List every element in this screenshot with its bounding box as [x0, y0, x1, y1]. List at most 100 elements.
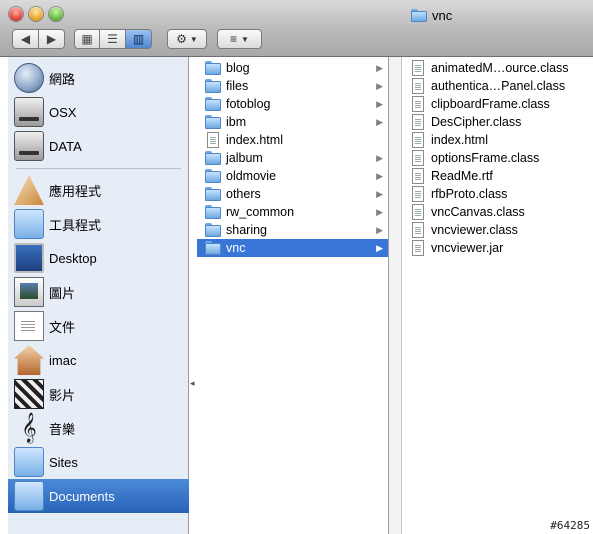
list-item[interactable]: DesCipher.class: [402, 113, 593, 131]
list-item-selected[interactable]: vnc ▶: [197, 239, 388, 257]
disclosure-arrow-icon: ▶: [376, 242, 383, 253]
sidebar-item-pictures[interactable]: 圖片: [8, 275, 189, 309]
item-label: vncviewer.class: [431, 223, 518, 237]
minimize-window-button[interactable]: [29, 7, 43, 21]
sidebar-item-label: Documents: [49, 488, 115, 504]
folder-icon: [205, 186, 221, 202]
list-view-button[interactable]: ☰: [100, 29, 126, 49]
list-item[interactable]: rfbProto.class: [402, 185, 593, 203]
column-view-button[interactable]: ▥: [126, 29, 152, 49]
list-item[interactable]: sharing ▶: [197, 221, 388, 239]
item-label: DesCipher.class: [431, 115, 522, 129]
html-file-icon: [207, 132, 219, 148]
action-menu-button[interactable]: ⚙ ▼: [167, 29, 207, 49]
list-item[interactable]: vncviewer.jar: [402, 239, 593, 257]
class-file-icon: [412, 150, 424, 166]
back-button[interactable]: ◀: [12, 29, 39, 49]
list-item[interactable]: vncCanvas.class: [402, 203, 593, 221]
disclosure-arrow-icon: ▶: [376, 224, 383, 235]
item-label: blog: [226, 61, 250, 75]
window-title: vnc: [411, 6, 452, 24]
forward-button[interactable]: ▶: [39, 29, 65, 49]
folder-icon: [205, 168, 221, 184]
class-file-icon: [412, 204, 424, 220]
item-label: vncCanvas.class: [431, 205, 525, 219]
disclosure-arrow-icon: ▶: [376, 188, 383, 199]
arrange-menu-button[interactable]: ≡ ▼: [217, 29, 262, 49]
utilities-folder-icon: [14, 209, 44, 239]
disclosure-arrow-icon: ▶: [376, 206, 383, 217]
sidebar-item-data[interactable]: DATA: [8, 129, 189, 163]
list-item[interactable]: others ▶: [197, 185, 388, 203]
list-item[interactable]: authentica…Panel.class: [402, 77, 593, 95]
sidebar-divider: [16, 168, 181, 169]
list-item[interactable]: jalbum ▶: [197, 149, 388, 167]
sidebar-item-desktop[interactable]: Desktop: [8, 241, 189, 275]
sidebar-item-documents-zh[interactable]: 文件: [8, 309, 189, 343]
list-item[interactable]: animatedM…ource.class: [402, 59, 593, 77]
sidebar-item-label: imac: [49, 352, 77, 368]
rtf-file-icon: [412, 168, 424, 184]
list-item[interactable]: clipboardFrame.class: [402, 95, 593, 113]
icon-view-button[interactable]: ▦: [74, 29, 100, 49]
sidebar-resize-handle[interactable]: ◂: [190, 378, 196, 394]
list-item[interactable]: optionsFrame.class: [402, 149, 593, 167]
browser-column-documents: blog ▶ files ▶ fotoblog ▶ ibm ▶ index.ht…: [197, 57, 389, 534]
hard-disk-icon: [14, 97, 44, 127]
class-file-icon: [412, 222, 424, 238]
sidebar-item-label: Desktop: [49, 250, 97, 266]
item-label: sharing: [226, 223, 267, 237]
folder-icon: [205, 114, 221, 130]
list-item[interactable]: files ▶: [197, 77, 388, 95]
disclosure-arrow-icon: ▶: [376, 116, 383, 127]
forward-arrow-icon: ▶: [46, 32, 57, 46]
list-item[interactable]: ReadMe.rtf: [402, 167, 593, 185]
disclosure-arrow-icon: ▶: [376, 80, 383, 91]
sidebar-item-imac[interactable]: imac: [8, 343, 189, 377]
list-item[interactable]: ibm ▶: [197, 113, 388, 131]
sidebar-item-osx[interactable]: OSX: [8, 95, 189, 129]
close-window-button[interactable]: [9, 7, 23, 21]
icon-view-icon: ▦: [81, 32, 93, 46]
item-label: oldmovie: [226, 169, 277, 183]
disclosure-arrow-icon: ▶: [376, 98, 383, 109]
sidebar-item-utilities[interactable]: 工具程式: [8, 207, 189, 241]
item-label: rw_common: [226, 205, 295, 219]
sidebar-item-documents[interactable]: Documents: [8, 479, 189, 513]
column-resize-gutter[interactable]: [389, 57, 402, 534]
sidebar-item-music[interactable]: 𝄞 音樂: [8, 411, 189, 445]
sidebar-item-movies[interactable]: 影片: [8, 377, 189, 411]
sidebar-item-network[interactable]: 網路: [8, 61, 189, 95]
view-mode-control: ▦ ☰ ▥: [74, 29, 152, 49]
image-watermark: #64285: [550, 519, 590, 532]
list-item[interactable]: index.html: [402, 131, 593, 149]
home-icon: [14, 345, 44, 375]
sidebar-item-label: OSX: [49, 104, 77, 120]
sidebar-item-applications[interactable]: 應用程式: [8, 173, 189, 207]
class-file-icon: [412, 60, 424, 76]
html-file-icon: [412, 132, 424, 148]
list-item[interactable]: vncviewer.class: [402, 221, 593, 239]
applications-icon: [14, 175, 44, 205]
item-label: index.html: [226, 133, 283, 147]
list-item[interactable]: fotoblog ▶: [197, 95, 388, 113]
gear-icon: ⚙: [176, 32, 187, 46]
sites-folder-icon: [14, 447, 44, 477]
sidebar-item-label: 圖片: [49, 285, 76, 301]
item-label: index.html: [431, 133, 488, 147]
class-file-icon: [412, 96, 424, 112]
folder-icon: [205, 222, 221, 238]
list-item[interactable]: rw_common ▶: [197, 203, 388, 221]
list-item[interactable]: oldmovie ▶: [197, 167, 388, 185]
sidebar-item-sites[interactable]: Sites: [8, 445, 189, 479]
zoom-window-button[interactable]: [49, 7, 63, 21]
folder-icon: [205, 204, 221, 220]
sidebar: 網路 OSX DATA 應用程式 工具程式 Desktop 圖片 文件 imac…: [8, 57, 189, 534]
folder-icon: [205, 96, 221, 112]
item-label: clipboardFrame.class: [431, 97, 550, 111]
list-item[interactable]: index.html: [197, 131, 388, 149]
folder-icon: [411, 8, 427, 22]
item-label: fotoblog: [226, 97, 271, 111]
item-label: rfbProto.class: [431, 187, 508, 201]
list-item[interactable]: blog ▶: [197, 59, 388, 77]
